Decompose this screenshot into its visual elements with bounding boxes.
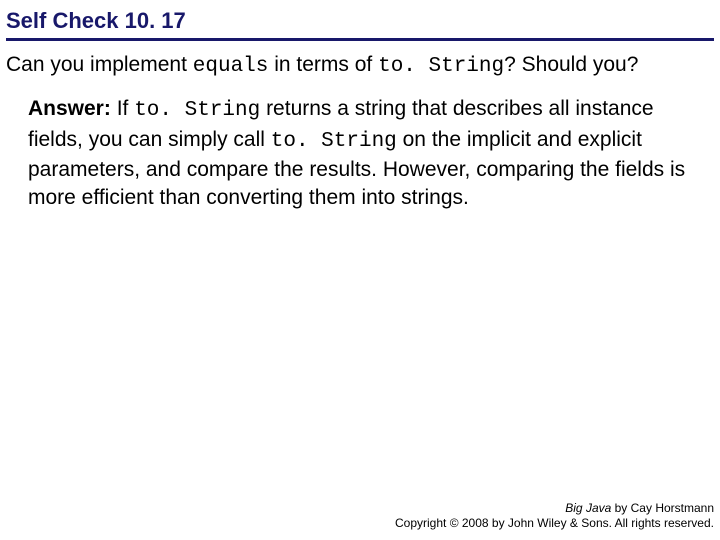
title-rule [6, 38, 714, 41]
answer-label: Answer: [28, 97, 111, 120]
footer-author: by Cay Horstmann [611, 501, 714, 515]
footer-line1: Big Java by Cay Horstmann [395, 501, 714, 517]
slide: Self Check 10. 17 Can you implement equa… [0, 0, 720, 213]
footer-bigjava: Big Java [565, 501, 611, 515]
answer-part1: If [111, 97, 134, 120]
question-part2: in terms of [268, 53, 378, 76]
slide-title: Self Check 10. 17 [6, 8, 714, 38]
answer-code1: to. String [134, 99, 260, 122]
question-part1: Can you implement [6, 53, 193, 76]
question-text: Can you implement equals in terms of to.… [6, 51, 714, 81]
answer-code2: to. String [271, 130, 397, 153]
answer-text: Answer: If to. String returns a string t… [6, 95, 714, 212]
footer-line2: Copyright © 2008 by John Wiley & Sons. A… [395, 516, 714, 532]
question-code1: equals [193, 55, 269, 78]
footer: Big Java by Cay Horstmann Copyright © 20… [395, 501, 714, 532]
question-code2: to. String [378, 55, 504, 78]
question-part3: ? Should you? [504, 53, 638, 76]
